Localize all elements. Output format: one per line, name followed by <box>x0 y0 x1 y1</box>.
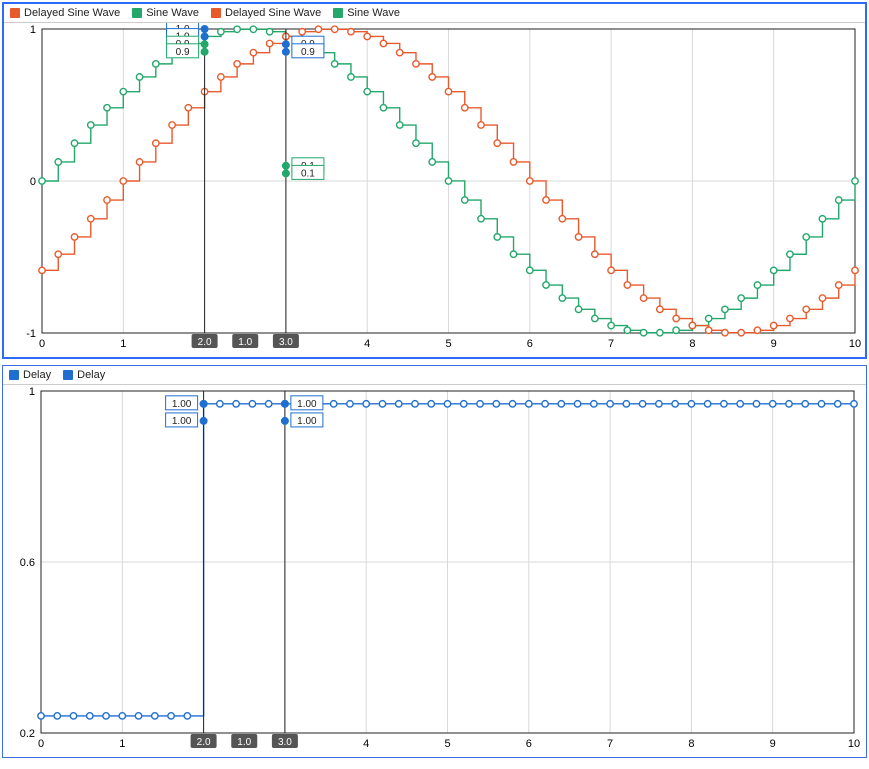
svg-text:0: 0 <box>30 176 36 188</box>
svg-text:3.0: 3.0 <box>278 737 292 748</box>
svg-text:0.9: 0.9 <box>176 47 190 58</box>
svg-text:2.0: 2.0 <box>197 737 211 748</box>
svg-text:6: 6 <box>527 338 533 350</box>
svg-text:9: 9 <box>771 338 777 350</box>
svg-text:5: 5 <box>445 338 451 350</box>
svg-text:0.1: 0.1 <box>301 168 315 179</box>
swatch-icon <box>333 8 343 18</box>
svg-text:1.0: 1.0 <box>238 337 252 348</box>
swatch-icon <box>10 8 20 18</box>
scope-panel-sine[interactable]: Delayed Sine Wave Sine Wave Delayed Sine… <box>2 2 867 359</box>
swatch-icon <box>211 8 221 18</box>
scope-panel-delay[interactable]: Delay Delay 0123456789100.20.612.01.01.0… <box>2 365 867 758</box>
svg-text:6: 6 <box>526 738 532 750</box>
svg-text:8: 8 <box>689 338 695 350</box>
svg-text:1.0: 1.0 <box>237 737 251 748</box>
swatch-icon <box>132 8 142 18</box>
legend-label: Sine Wave <box>347 7 400 19</box>
plot-axes[interactable]: 012345678910-1012.01.01.01.00.90.93.00.9… <box>4 23 865 357</box>
svg-text:-1: -1 <box>26 328 36 340</box>
legend-label: Delayed Sine Wave <box>24 7 120 19</box>
plot-axes[interactable]: 0123456789100.20.612.01.01.001.003.01.00… <box>3 385 866 757</box>
svg-text:2.0: 2.0 <box>198 337 212 348</box>
svg-text:5: 5 <box>444 738 450 750</box>
legend-item: Sine Wave <box>132 7 199 19</box>
legend-item: Delay <box>63 369 105 381</box>
legend-label: Sine Wave <box>146 7 199 19</box>
svg-text:8: 8 <box>688 738 694 750</box>
svg-text:1: 1 <box>120 338 126 350</box>
legend-label: Delay <box>23 369 51 381</box>
swatch-icon <box>63 370 73 380</box>
svg-text:10: 10 <box>848 738 860 750</box>
legend-label: Delay <box>77 369 105 381</box>
svg-text:7: 7 <box>607 738 613 750</box>
svg-text:0: 0 <box>39 338 45 350</box>
svg-text:0.2: 0.2 <box>20 728 35 740</box>
svg-text:7: 7 <box>608 338 614 350</box>
svg-text:1: 1 <box>119 738 125 750</box>
legend-item: Delay <box>9 369 51 381</box>
svg-text:3.0: 3.0 <box>279 337 293 348</box>
svg-text:1: 1 <box>30 24 36 36</box>
svg-text:4: 4 <box>364 338 370 350</box>
svg-text:4: 4 <box>363 738 369 750</box>
svg-text:0.9: 0.9 <box>301 47 315 58</box>
svg-text:0: 0 <box>38 738 44 750</box>
legend-item: Delayed Sine Wave <box>10 7 120 19</box>
svg-text:1: 1 <box>29 386 35 398</box>
svg-text:1.00: 1.00 <box>172 416 192 427</box>
svg-text:1.00: 1.00 <box>297 416 317 427</box>
legend: Delayed Sine Wave Sine Wave Delayed Sine… <box>4 4 865 23</box>
legend: Delay Delay <box>3 366 866 385</box>
swatch-icon <box>9 370 19 380</box>
legend-item: Sine Wave <box>333 7 400 19</box>
svg-text:10: 10 <box>849 338 861 350</box>
legend-item: Delayed Sine Wave <box>211 7 321 19</box>
legend-label: Delayed Sine Wave <box>225 7 321 19</box>
svg-text:9: 9 <box>770 738 776 750</box>
svg-text:1.00: 1.00 <box>297 399 317 410</box>
svg-text:1.00: 1.00 <box>172 399 192 410</box>
svg-text:0.6: 0.6 <box>20 557 35 569</box>
